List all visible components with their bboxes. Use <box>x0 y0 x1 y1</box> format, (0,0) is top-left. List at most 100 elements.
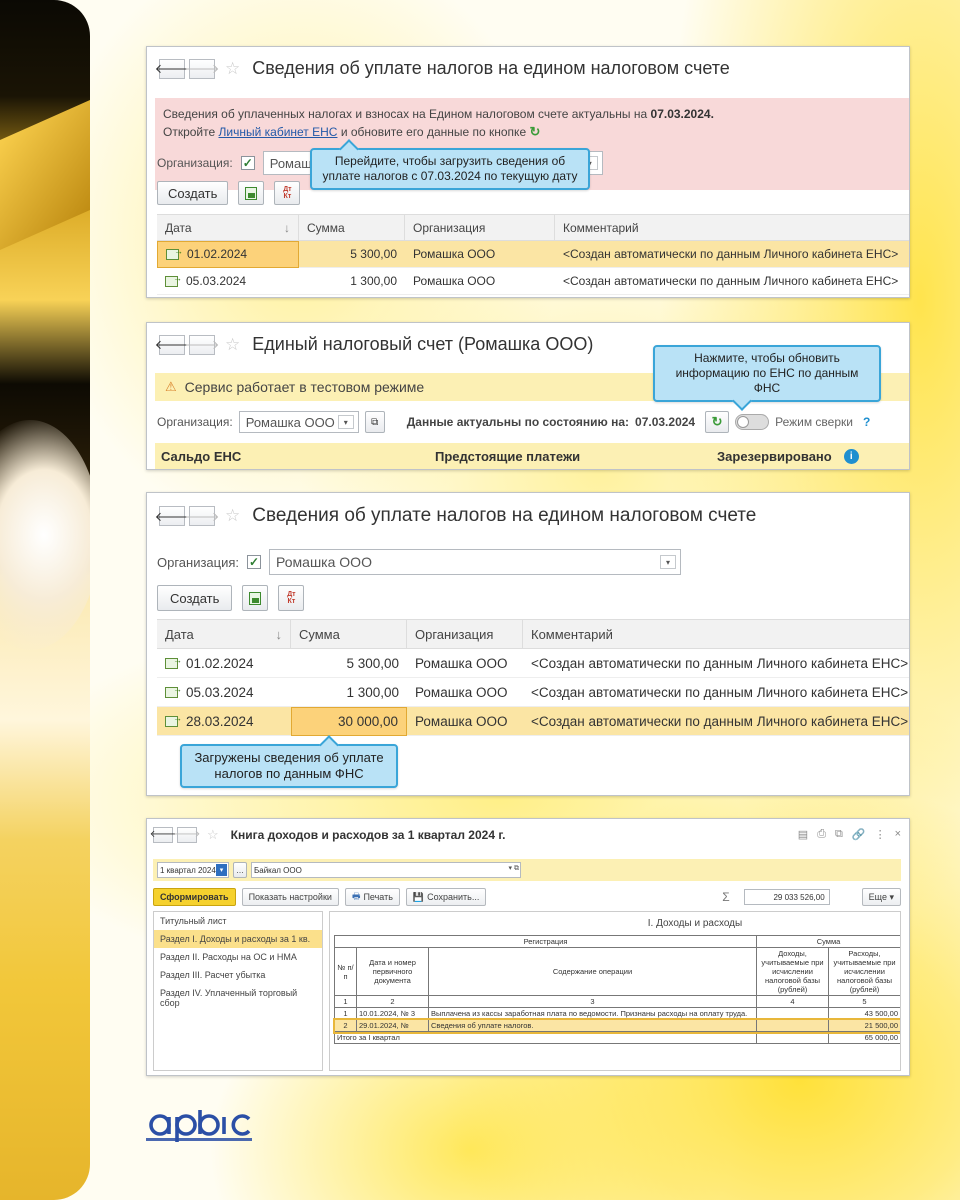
printer-icon: 🖶 <box>351 891 361 901</box>
section-heading: I. Доходы и расходы <box>647 918 743 929</box>
col-sum[interactable]: Сумма <box>299 215 405 240</box>
dt-kt-button[interactable]: Дт Кт <box>274 181 301 205</box>
report-toolbar: Сформировать Показать настройки 🖶 Печать … <box>153 887 901 907</box>
back-button[interactable]: 🡐 <box>155 506 189 526</box>
org-row: Организация: Ромашка ООО ▾ ⧉ Данные акту… <box>157 411 870 433</box>
forward-button[interactable]: 🡒 <box>185 506 219 526</box>
section-3[interactable]: Раздел III. Расчет убытка <box>154 966 322 984</box>
table-row[interactable]: 01.02.2024 5 300,00 Ромашка ООО <Создан … <box>157 649 909 678</box>
decorative-photo-strip <box>0 0 90 1200</box>
doc-posted-icon <box>165 656 182 669</box>
more-button[interactable]: Еще ▾ <box>861 888 901 906</box>
table-row[interactable]: 01.02.2024 5 300,00 Ромашка ООО <Создан … <box>157 240 909 268</box>
org-select[interactable]: Байкал ООО ▾ ⧉ <box>251 862 521 878</box>
refresh-ens-button[interactable]: ↻ <box>705 411 730 433</box>
calendar-icon[interactable]: ▾ <box>216 864 227 876</box>
window-title: Сведения об уплате налогов на едином нал… <box>252 505 757 526</box>
save-button[interactable]: 💾 Сохранить... <box>405 888 487 906</box>
section-title-page[interactable]: Титульный лист <box>154 912 322 930</box>
ens-cabinet-link[interactable]: Личный кабинет ЕНС <box>219 125 338 139</box>
favorite-star-icon[interactable]: ☆ <box>225 506 240 526</box>
forward-button[interactable]: 🡒 <box>174 827 200 843</box>
sections-sidebar: Титульный лист Раздел I. Доходы и расход… <box>153 911 323 1071</box>
dropdown-arrow-icon[interactable]: ▾ ⧉ <box>509 864 519 873</box>
link-icon[interactable]: 🔗 <box>852 828 866 841</box>
doc-posted-icon <box>165 274 182 287</box>
help-icon[interactable]: ? <box>863 415 870 429</box>
forward-button[interactable]: 🡒 <box>185 334 219 355</box>
document-icon <box>245 186 258 200</box>
org-label: Организация: <box>157 554 240 570</box>
payments-table: Дата↓ Сумма Организация Комментарий 01.0… <box>157 214 909 295</box>
payments-table: Дата↓ Сумма Организация Комментарий 01.0… <box>157 619 909 736</box>
org-checkbox[interactable]: ✓ <box>240 156 255 170</box>
period-pick-button[interactable]: … <box>233 862 247 878</box>
col-org[interactable]: Организация <box>405 215 555 240</box>
dropdown-arrow-icon[interactable]: ▾ <box>660 555 677 569</box>
info-icon[interactable]: i <box>843 448 859 464</box>
table-row[interactable]: 28.03.2024 30 000,00 Ромашка ООО <Создан… <box>157 706 909 736</box>
table-row[interactable]: 05.03.2024 1 300,00 Ромашка ООО <Создан … <box>157 268 909 295</box>
create-button[interactable]: Создать <box>157 585 233 611</box>
reconcile-toggle[interactable] <box>735 414 770 430</box>
save-icon[interactable]: ▤ <box>798 828 808 841</box>
col-comment[interactable]: Комментарий <box>555 215 909 240</box>
params-bar: 1 квартал 2024 г. ▾ … Байкал ООО ▾ ⧉ <box>153 859 901 881</box>
doc-posted-icon <box>166 246 183 260</box>
more-icon[interactable]: ⋮ <box>875 828 886 841</box>
window-title: Сведения об уплате налогов на едином нал… <box>252 58 730 78</box>
form-button[interactable]: Сформировать <box>153 888 236 906</box>
col-comment[interactable]: Комментарий <box>523 620 909 648</box>
col-date[interactable]: Дата ↓ <box>157 215 299 240</box>
table-row[interactable]: 05.03.2024 1 300,00 Ромашка ООО <Создан … <box>157 678 909 707</box>
section-2[interactable]: Раздел II. Расходы на ОС и НМА <box>154 948 322 966</box>
back-button[interactable]: 🡐 <box>150 827 176 843</box>
favorite-star-icon[interactable]: ☆ <box>225 335 240 355</box>
section-1[interactable]: Раздел I. Доходы и расходы за 1 кв. <box>154 930 322 948</box>
org-select[interactable]: Ромашка ООО ▾ <box>269 549 682 575</box>
reserved-label: Зарезервировано <box>717 448 832 464</box>
show-settings-button[interactable]: Показать настройки <box>241 888 339 906</box>
tooltip-load-ens: Перейдите, чтобы загрузить сведения об у… <box>310 148 590 190</box>
back-button[interactable]: 🡐 <box>155 334 189 355</box>
org-select[interactable]: Ромашка ООО ▾ <box>238 411 359 433</box>
post-document-button[interactable] <box>242 585 269 611</box>
income-expense-table: Регистрация Сумма № п/п Дата и номер пер… <box>332 935 900 1044</box>
upcoming-label: Предстоящие платежи <box>435 448 581 464</box>
dropdown-arrow-icon[interactable]: ▾ <box>337 415 354 429</box>
actual-label: Данные актуальны по состоянию на: <box>406 415 630 429</box>
section-4[interactable]: Раздел IV. Уплаченный торговый сбор <box>154 984 322 1012</box>
back-button[interactable]: 🡐 <box>155 58 189 79</box>
org-label: Организация: <box>157 156 233 170</box>
forward-button[interactable]: 🡒 <box>185 58 219 79</box>
favorite-star-icon[interactable]: ☆ <box>207 827 219 843</box>
dt-kt-icon: Дт Кт <box>287 591 296 605</box>
col-date[interactable]: Дата ↓ <box>157 620 291 648</box>
col-sum[interactable]: Сумма <box>291 620 407 648</box>
preview-icon[interactable]: ⧉ <box>835 828 843 841</box>
report-sheet: I. Доходы и расходы Регистрация Сумма № … <box>329 911 901 1071</box>
favorite-star-icon[interactable]: ☆ <box>225 59 240 79</box>
ens-summary-row: Сальдо ЕНС Предстоящие платежи Зарезерви… <box>155 443 909 469</box>
org-checkbox[interactable]: ✓ <box>247 555 262 569</box>
print-icon[interactable]: ⎙ <box>817 828 826 841</box>
period-select[interactable]: 1 квартал 2024 г. ▾ <box>157 862 229 878</box>
create-button[interactable]: Создать <box>157 181 229 205</box>
warning-icon: ⚠ <box>165 379 177 394</box>
window-title: Единый налоговый счет (Ромашка ООО) <box>252 334 594 354</box>
dt-kt-icon: Дт Кт <box>283 186 292 200</box>
open-org-button[interactable]: ⧉ <box>364 411 385 433</box>
table-row[interactable]: 1 10.01.2024, № 3 Выплачена из кассы зар… <box>334 1007 900 1020</box>
col-org[interactable]: Организация <box>407 620 523 648</box>
toolbar: Создать Дт Кт <box>157 585 305 611</box>
refresh-icon: ↻ <box>529 124 541 139</box>
dt-kt-button[interactable]: Дт Кт <box>278 585 305 611</box>
close-icon[interactable]: × <box>895 828 901 841</box>
actual-date: 07.03.2024 <box>635 415 696 429</box>
print-button[interactable]: 🖶 Печать <box>344 888 400 906</box>
doc-posted-icon <box>165 685 182 698</box>
post-document-button[interactable] <box>238 181 265 205</box>
alert-date: 07.03.2024. <box>650 107 714 121</box>
table-row[interactable]: 2 29.01.2024, № Сведения об уплате налог… <box>332 1017 900 1034</box>
window-income-expense-book: 🡐 🡒 ☆ Книга доходов и расходов за 1 квар… <box>146 818 910 1076</box>
